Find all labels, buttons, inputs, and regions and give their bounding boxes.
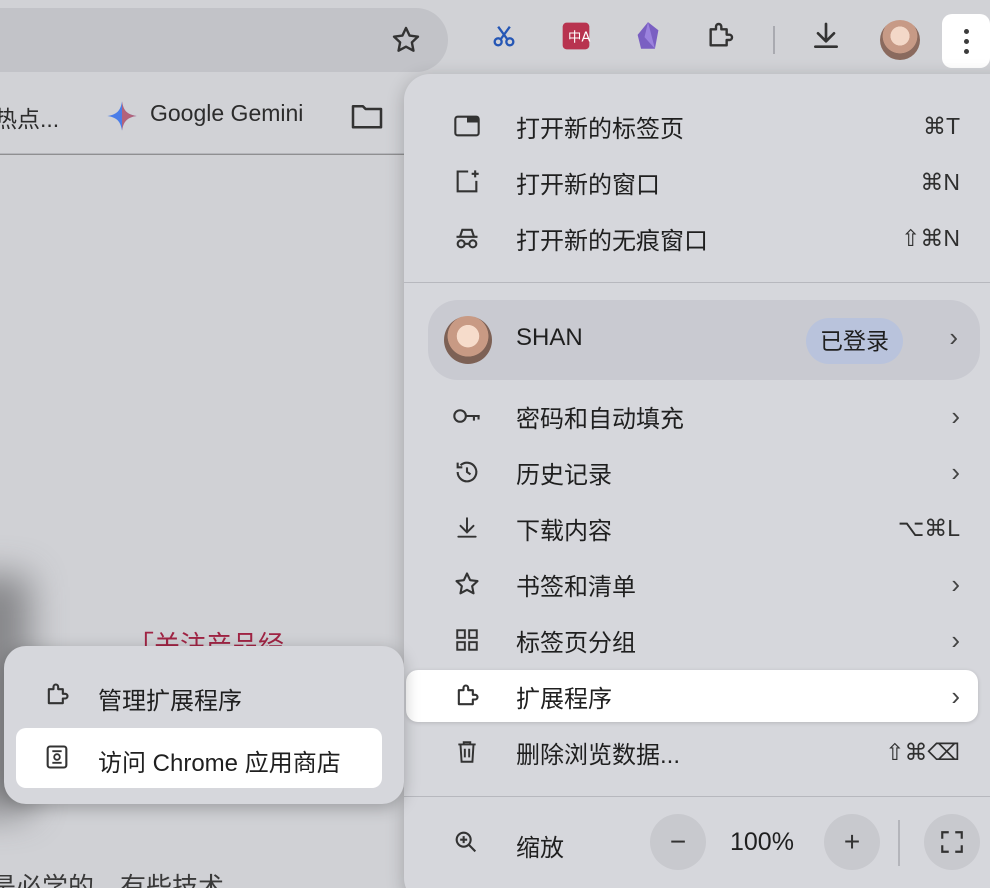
menu-item-label: 打开新的标签页 (516, 115, 684, 143)
menu-item-label: 密码和自动填充 (516, 405, 684, 433)
address-bar[interactable] (0, 8, 448, 72)
profile-avatar (444, 316, 492, 364)
profile-row[interactable]: SHAN 已登录 › (428, 300, 980, 380)
menu-item-label: 下载内容 (516, 517, 612, 545)
menu-item-tab-groups[interactable]: 标签页分组 › (404, 612, 990, 668)
extensions-submenu: 管理扩展程序 访问 Chrome 应用商店 (4, 646, 404, 804)
star-icon (452, 569, 482, 599)
menu-item-passwords[interactable]: 密码和自动填充 › (404, 388, 990, 444)
menu-item-downloads[interactable]: 下载内容 ⌥⌘L (404, 500, 990, 556)
chrome-menu-button[interactable] (942, 14, 990, 68)
kebab-dot (963, 48, 969, 54)
submenu-item-label: 访问 Chrome 应用商店 (98, 750, 341, 777)
submenu-item-manage-extensions[interactable]: 管理扩展程序 (16, 666, 382, 726)
zoom-separator (898, 820, 900, 866)
extensions-puzzle-icon[interactable] (702, 18, 738, 54)
profile-name: SHAN (516, 324, 583, 351)
menu-item-extensions[interactable]: 扩展程序 › (406, 670, 978, 722)
menu-item-label: 标签页分组 (516, 629, 636, 657)
menu-item-new-window[interactable]: 打开新的窗口 ⌘N (404, 154, 990, 210)
downloads-icon[interactable] (808, 18, 844, 54)
menu-item-history[interactable]: 历史记录 › (404, 444, 990, 500)
menu-item-shortcut: ⇧⌘⌫ (885, 738, 960, 765)
download-icon (452, 513, 482, 543)
submenu-item-chrome-web-store[interactable]: 访问 Chrome 应用商店 (16, 728, 382, 788)
zoom-in-button[interactable]: + (824, 814, 880, 870)
submenu-item-label: 管理扩展程序 (98, 688, 242, 715)
menu-divider (404, 282, 990, 283)
chevron-right-icon: › (949, 322, 958, 352)
zoom-label: 缩放 (516, 835, 564, 862)
menu-divider (404, 796, 990, 797)
menu-item-label: 删除浏览数据... (516, 741, 681, 769)
translate-extension-icon[interactable]: 中A (558, 18, 594, 54)
menu-item-label: 打开新的无痕窗口 (516, 227, 708, 255)
extension-icon (42, 680, 72, 710)
chevron-right-icon: › (951, 400, 960, 431)
fullscreen-icon (941, 831, 963, 853)
menu-item-label: 书签和清单 (516, 573, 636, 601)
zoom-value: 100% (730, 828, 794, 856)
obsidian-extension-icon[interactable] (630, 18, 666, 54)
scissors-extension-icon[interactable] (486, 18, 522, 54)
browser-toolbar: 中A (0, 0, 990, 82)
kebab-dot (963, 38, 969, 44)
menu-item-new-tab[interactable]: 打开新的标签页 ⌘T (404, 98, 990, 154)
incognito-icon (452, 223, 482, 253)
menu-item-shortcut: ⇧⌘N (901, 224, 960, 251)
profile-avatar[interactable] (880, 20, 920, 60)
menu-item-shortcut: ⌘T (922, 112, 960, 139)
new-tab-icon (452, 111, 482, 141)
web-store-icon (42, 742, 72, 772)
chevron-right-icon: › (951, 680, 960, 711)
bookmark-star-icon[interactable] (390, 24, 422, 61)
key-icon (452, 401, 482, 431)
zoom-magnifier-icon (452, 828, 480, 861)
menu-item-bookmarks[interactable]: 书签和清单 › (404, 556, 990, 612)
folder-icon[interactable] (350, 102, 384, 135)
chevron-right-icon: › (951, 456, 960, 487)
page-text-bottom: 是必学的，有些技术 (0, 872, 225, 888)
chevron-right-icon: › (951, 624, 960, 655)
menu-item-shortcut: ⌘N (920, 168, 960, 195)
chevron-right-icon: › (951, 568, 960, 599)
kebab-dot (963, 28, 969, 34)
extension-icon (452, 681, 482, 711)
bookmark-partial[interactable]: 热点... (0, 100, 59, 134)
menu-item-label: 历史记录 (516, 461, 612, 489)
menu-item-label: 扩展程序 (516, 685, 612, 713)
svg-text:中A: 中A (568, 29, 590, 45)
menu-item-shortcut: ⌥⌘L (897, 514, 960, 541)
bookmark-gemini[interactable]: Google Gemini (150, 100, 303, 127)
fullscreen-button[interactable] (924, 814, 980, 870)
gemini-icon (106, 100, 138, 137)
chrome-main-menu: 打开新的标签页 ⌘T 打开新的窗口 ⌘N 打开新的无痕窗口 ⇧⌘N SHAN 已… (404, 74, 990, 888)
menu-item-incognito[interactable]: 打开新的无痕窗口 ⇧⌘N (404, 210, 990, 266)
toolbar-separator (773, 26, 775, 54)
menu-item-clear-data[interactable]: 删除浏览数据... ⇧⌘⌫ (404, 724, 990, 780)
tab-groups-icon (452, 625, 482, 655)
signed-in-badge: 已登录 (806, 318, 903, 364)
trash-icon (452, 737, 482, 767)
menu-item-label: 打开新的窗口 (516, 171, 660, 199)
zoom-out-button[interactable]: − (650, 814, 706, 870)
history-icon (452, 457, 482, 487)
zoom-row: 缩放 − 100% + (404, 814, 990, 874)
new-window-icon (452, 167, 482, 197)
